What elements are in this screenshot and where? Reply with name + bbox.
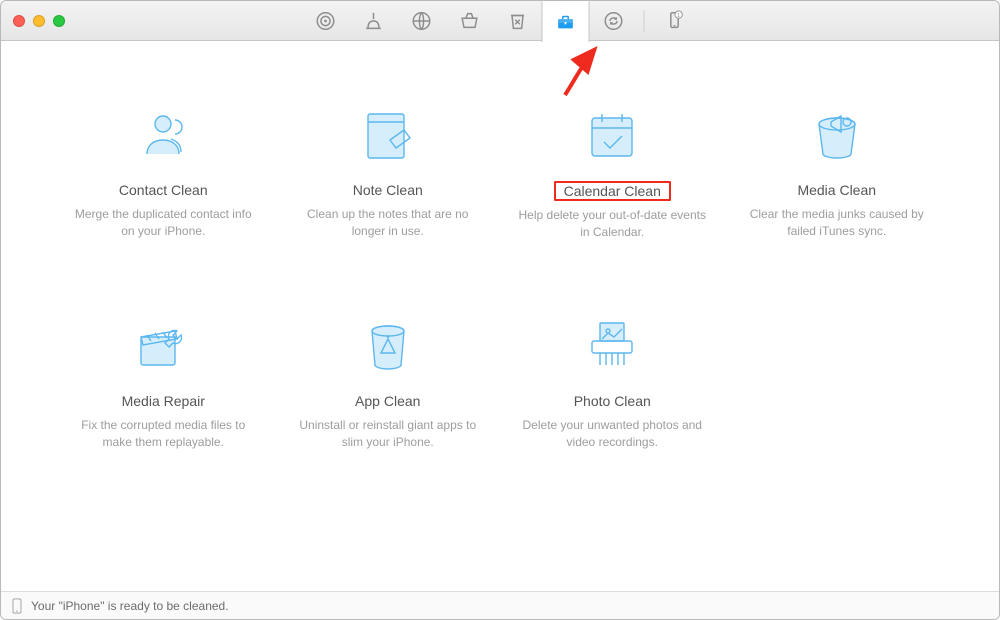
- toolbox-icon: [555, 11, 577, 33]
- main-tabs: 1: [302, 1, 699, 40]
- tool-title: App Clean: [351, 392, 424, 410]
- main-content: Contact Clean Merge the duplicated conta…: [1, 41, 999, 591]
- contacts-icon: [63, 101, 263, 171]
- status-bar: Your "iPhone" is ready to be cleaned.: [1, 591, 999, 619]
- tool-contact-clean[interactable]: Contact Clean Merge the duplicated conta…: [63, 101, 263, 242]
- tool-title: Note Clean: [349, 181, 427, 199]
- clapper-wrench-icon: [63, 312, 263, 382]
- note-icon: [288, 101, 488, 171]
- calendar-icon: [512, 101, 712, 171]
- tool-desc: Help delete your out-of-date events in C…: [512, 207, 712, 242]
- tool-desc: Fix the corrupted media files to make th…: [63, 417, 263, 452]
- tool-title: Media Clean: [793, 181, 880, 199]
- shredder-icon: [512, 312, 712, 382]
- tab-basket[interactable]: [446, 1, 494, 41]
- tab-circle-refresh[interactable]: [590, 1, 638, 41]
- phone-device-icon: 1: [664, 10, 686, 32]
- phone-small-icon: [11, 598, 23, 614]
- tool-title: Calendar Clean: [554, 181, 671, 201]
- window-controls: [13, 15, 65, 27]
- globe-icon: [411, 10, 433, 32]
- tab-recycle[interactable]: [494, 1, 542, 41]
- app-window: 1 Contac: [0, 0, 1000, 620]
- app-bin-icon: [288, 312, 488, 382]
- tool-calendar-clean[interactable]: Calendar Clean Help delete your out-of-d…: [512, 101, 712, 242]
- media-bucket-icon: [737, 101, 937, 171]
- tool-desc: Merge the duplicated contact info on you…: [63, 206, 263, 241]
- tool-app-clean[interactable]: App Clean Uninstall or reinstall giant a…: [288, 312, 488, 452]
- tool-title: Contact Clean: [115, 181, 212, 199]
- device-badge-count: 1: [677, 12, 680, 18]
- tools-grid: Contact Clean Merge the duplicated conta…: [51, 101, 949, 452]
- zoom-window-button[interactable]: [53, 15, 65, 27]
- tool-desc: Clear the media junks caused by failed i…: [737, 206, 937, 241]
- tool-desc: Clean up the notes that are no longer in…: [288, 206, 488, 241]
- basket-icon: [459, 10, 481, 32]
- tool-desc: Delete your unwanted photos and video re…: [512, 417, 712, 452]
- tool-media-repair[interactable]: Media Repair Fix the corrupted media fil…: [63, 312, 263, 452]
- recycle-bin-icon: [507, 10, 529, 32]
- tab-globe[interactable]: [398, 1, 446, 41]
- status-text: Your "iPhone" is ready to be cleaned.: [31, 599, 229, 613]
- tool-title: Photo Clean: [570, 392, 655, 410]
- tool-title: Media Repair: [118, 392, 209, 410]
- target-icon: [315, 10, 337, 32]
- tab-target[interactable]: [302, 1, 350, 41]
- titlebar: 1: [1, 1, 999, 41]
- tool-media-clean[interactable]: Media Clean Clear the media junks caused…: [737, 101, 937, 242]
- tab-toolbox[interactable]: [542, 1, 590, 42]
- broom-icon: [363, 10, 385, 32]
- sync-icon: [603, 10, 625, 32]
- tool-desc: Uninstall or reinstall giant apps to sli…: [288, 417, 488, 452]
- device-button[interactable]: 1: [651, 1, 699, 41]
- toolbar-separator: [644, 10, 645, 32]
- close-window-button[interactable]: [13, 15, 25, 27]
- minimize-window-button[interactable]: [33, 15, 45, 27]
- tab-clean[interactable]: [350, 1, 398, 41]
- tool-note-clean[interactable]: Note Clean Clean up the notes that are n…: [288, 101, 488, 242]
- tool-photo-clean[interactable]: Photo Clean Delete your unwanted photos …: [512, 312, 712, 452]
